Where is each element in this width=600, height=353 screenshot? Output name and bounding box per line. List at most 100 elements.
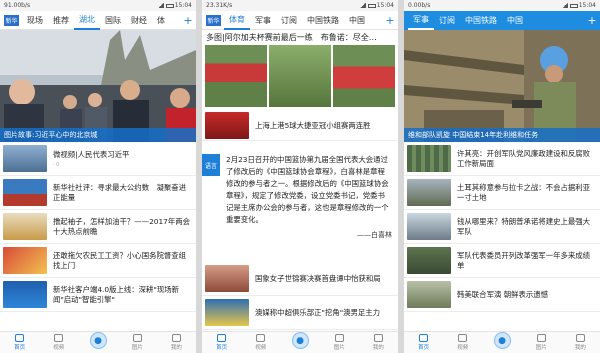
- item-title: 韩美联合军演 朝鲜表示遗憾: [457, 289, 549, 299]
- item-meta: · 0: [53, 161, 60, 168]
- item-title: 新华社客户端4.0版上线：深耕"现场新闻"启动"智能引擎": [53, 284, 180, 304]
- voice-button[interactable]: ●: [482, 332, 521, 353]
- photo: [333, 45, 395, 107]
- quote-tag: 语言: [202, 154, 220, 176]
- signal-icon: [359, 3, 366, 8]
- news-list: 国象女子世锦赛决赛首盘谭中怡获和局 澳媒称中超俱乐部正"挖角"澳男足主力: [202, 262, 398, 331]
- add-channel-icon[interactable]: +: [584, 14, 600, 27]
- tab-hubei[interactable]: 湖北: [74, 11, 100, 30]
- channel-tabs: 体育 军事 订阅 中国铁路 中国: [224, 11, 382, 30]
- item-title: 澳媒称中超俱乐部正"挖角"澳男足主力: [255, 307, 381, 317]
- tab-pictures-label: 图片: [333, 345, 345, 351]
- app-logo[interactable]: 新华: [205, 13, 222, 27]
- add-channel-icon[interactable]: +: [382, 14, 398, 27]
- thumbnail: [3, 213, 47, 240]
- voice-button[interactable]: ●: [78, 332, 117, 353]
- voice-button[interactable]: ●: [280, 332, 319, 353]
- tab-international[interactable]: 国际: [100, 11, 126, 30]
- list-item[interactable]: 新华社客户端4.0版上线：深耕"现场新闻"启动"智能引擎": [0, 278, 196, 312]
- quote-author: ——白喜林: [357, 231, 392, 239]
- tab-finance[interactable]: 财经: [126, 11, 152, 30]
- tab-china[interactable]: 中国: [344, 11, 370, 30]
- video-icon: [458, 334, 468, 342]
- thumbnail: [205, 265, 249, 292]
- picture-icon: [334, 334, 344, 342]
- thumbnail: [3, 247, 47, 274]
- thumbnail: [407, 213, 451, 240]
- item-title: 钱从哪里来？特朗普承诺将建史上最强大军队: [457, 216, 591, 236]
- hero-banner[interactable]: 图片故事:习近平心中的北京城: [0, 30, 196, 142]
- channel-tabs: 现场 推荐 湖北 国际 财经 体: [22, 11, 180, 30]
- user-icon: [575, 334, 585, 342]
- tab-china-railway[interactable]: 中国铁路: [302, 11, 344, 30]
- list-item[interactable]: 撸起袖子，怎样加油干？——2017年两会十大热点前瞻: [0, 210, 196, 244]
- item-title: 土耳其称意参与拉卡之战：不会占据利亚一寸土地: [457, 182, 591, 202]
- news-list: 许其亮：开创军队党风廉政建设和反腐败工作新局面 土耳其称意参与拉卡之战：不会占据…: [404, 142, 600, 331]
- headline[interactable]: 多图|阿尔加夫杯赛前最后一练 布鲁诺：尽全…: [202, 30, 398, 45]
- tab-home-label: 首页: [216, 345, 228, 351]
- list-item[interactable]: 上海上港5球大捷亚冠小组赛两连胜: [202, 111, 398, 141]
- app-logo[interactable]: 新华: [3, 13, 20, 27]
- tab-video-label: 视频: [255, 345, 267, 351]
- hero-caption: 维和部队凯旋 中国结束14年赴利维和任务: [404, 128, 600, 142]
- tab-home[interactable]: 首页: [202, 332, 241, 353]
- thumbnail: [407, 179, 451, 206]
- list-item[interactable]: 许其亮：开创军队党风廉政建设和反腐败工作新局面: [404, 142, 600, 176]
- tab-mine[interactable]: 我的: [561, 332, 600, 353]
- tab-video[interactable]: 视频: [39, 332, 78, 353]
- list-item[interactable]: 钱从哪里来？特朗普承诺将建史上最强大军队: [404, 210, 600, 244]
- tab-video[interactable]: 视频: [443, 332, 482, 353]
- tab-pictures[interactable]: 图片: [118, 332, 157, 353]
- quote-text: 2月23日召开的中国篮协第九届全国代表大会通过了修改后的《中国篮球协会章程》，白…: [226, 155, 389, 224]
- list-item[interactable]: 新华社社评：寻求最大公约数 凝聚奋进正能量: [0, 176, 196, 210]
- thumbnail: [205, 112, 249, 139]
- list-item[interactable]: 土耳其称意参与拉卡之战：不会占据利亚一寸土地: [404, 176, 600, 210]
- item-title: 国象女子世锦赛决赛首盘谭中怡获和局: [255, 273, 381, 283]
- add-channel-icon[interactable]: +: [180, 14, 196, 27]
- tab-mine-label: 我的: [574, 345, 586, 351]
- tab-china[interactable]: 中国: [502, 11, 528, 30]
- list-item[interactable]: 国象女子世锦赛决赛首盘谭中怡获和局: [202, 262, 398, 296]
- phone-screen-sports: 23.31K/s 15:04 新华 体育 军事 订阅 中国铁路 中国 + 多图|…: [202, 0, 398, 353]
- list-item[interactable]: 韩美联合军演 朝鲜表示遗憾: [404, 278, 600, 312]
- phone-screen-military: 0.00b/s 15:04 军事 订阅 中国铁路 中国 + 维和部队凯旋 中国结…: [404, 0, 600, 353]
- tab-home[interactable]: 首页: [404, 332, 443, 353]
- tab-home-label: 首页: [418, 345, 430, 351]
- thumbnail: [407, 281, 451, 308]
- tab-home-label: 首页: [14, 345, 26, 351]
- status-bar: 23.31K/s 15:04: [202, 0, 398, 11]
- channel-tabs: 军事 订阅 中国铁路 中国: [404, 11, 584, 30]
- list-item[interactable]: 澳媒称中超俱乐部正"挖角"澳男足主力: [202, 296, 398, 330]
- tab-subscribe[interactable]: 订阅: [434, 11, 460, 30]
- tab-sports[interactable]: 体育: [224, 11, 250, 30]
- tab-home[interactable]: 首页: [0, 332, 39, 353]
- tab-sports[interactable]: 体: [152, 11, 170, 30]
- channel-bar: 新华 现场 推荐 湖北 国际 财经 体 +: [0, 11, 196, 30]
- tab-pictures[interactable]: 图片: [522, 332, 561, 353]
- tab-pictures[interactable]: 图片: [320, 332, 359, 353]
- tab-china-railway[interactable]: 中国铁路: [460, 11, 502, 30]
- clock: 15:04: [578, 2, 596, 9]
- clock: 15:04: [174, 2, 192, 9]
- tab-military[interactable]: 军事: [250, 11, 276, 30]
- tab-mine[interactable]: 我的: [157, 332, 196, 353]
- photo-group[interactable]: [202, 45, 398, 107]
- quote-card[interactable]: 语言 2月23日召开的中国篮协第九届全国代表大会通过了修改后的《中国篮球协会章程…: [202, 150, 398, 268]
- picture-icon: [132, 334, 142, 342]
- list-item[interactable]: 军队代表委员开列改革强军一年多来成绩单: [404, 244, 600, 278]
- tab-scene[interactable]: 现场: [22, 11, 48, 30]
- item-title: 许其亮：开创军队党风廉政建设和反腐败工作新局面: [457, 148, 591, 168]
- list-item[interactable]: 微视频|人民代表习近平 · 0: [0, 142, 196, 176]
- network-speed: 23.31K/s: [206, 2, 233, 9]
- thumbnail: [205, 299, 249, 326]
- hero-banner[interactable]: 维和部队凯旋 中国结束14年赴利维和任务: [404, 30, 600, 142]
- list-item[interactable]: 还敢拖欠农民工工资？小心国务院督查组找上门: [0, 244, 196, 278]
- tab-video-label: 视频: [457, 345, 469, 351]
- tab-mine[interactable]: 我的: [359, 332, 398, 353]
- tab-military[interactable]: 军事: [408, 11, 434, 30]
- tab-video[interactable]: 视频: [241, 332, 280, 353]
- tab-subscribe[interactable]: 订阅: [276, 11, 302, 30]
- user-icon: [373, 334, 383, 342]
- tab-recommend[interactable]: 推荐: [48, 11, 74, 30]
- channel-bar: 军事 订阅 中国铁路 中国 +: [404, 11, 600, 30]
